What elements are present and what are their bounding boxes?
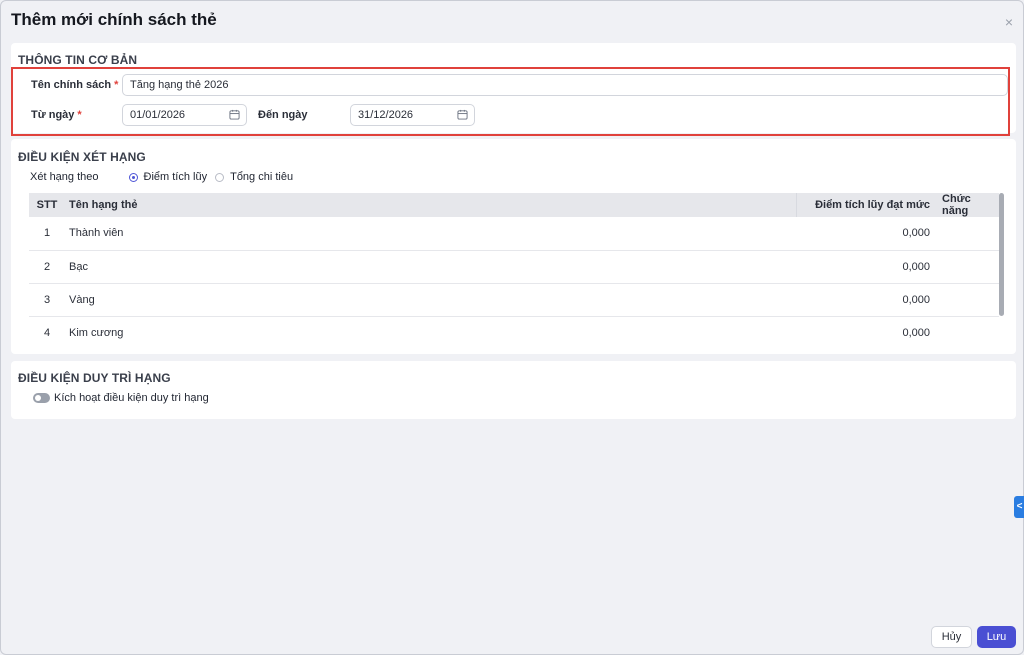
to-date-value: 31/12/2026 [358,109,414,121]
maintain-toggle-label[interactable]: Kích hoạt điều kiện duy trì hạng [54,392,209,404]
row-rank-name: Kim cương [69,326,124,339]
row-actions [936,316,999,349]
col-stt: STT [29,193,65,217]
from-date-value: 01/01/2026 [130,109,186,121]
from-date-label: Từ ngày * [31,109,82,121]
table-scrollbar[interactable] [999,193,1004,316]
radio-spending-label[interactable]: Tổng chi tiêu [230,171,293,183]
calendar-icon[interactable] [229,109,240,120]
col-rank-name: Tên hạng thẻ [65,193,796,217]
to-date-label: Đến ngày [258,109,308,121]
row-points[interactable]: 0,000 [796,217,936,251]
table-row: 3 Vàng 0,000 [29,283,999,317]
to-date-input[interactable]: 31/12/2026 [350,104,475,126]
chevron-left-icon: < [1016,501,1023,512]
maintain-card: ĐIỀU KIỆN DUY TRÌ HẠNG [11,361,1016,419]
row-stt: 3 [29,283,65,317]
dialog: Thêm mới chính sách thẻ × THÔNG TIN CƠ B… [0,0,1024,655]
policy-name-input[interactable]: Tăng hạng thẻ 2026 [122,74,1008,96]
required-mark: * [77,109,82,121]
from-date-label-text: Từ ngày [31,109,75,121]
save-button[interactable]: Lưu [977,626,1016,648]
rank-by-label: Xét hạng theo [30,171,99,183]
row-points[interactable]: 0,000 [796,316,936,349]
policy-name-label-text: Tên chính sách [31,79,112,91]
side-panel-tab[interactable]: < [1014,496,1024,518]
rank-table: STT Tên hạng thẻ Điểm tích lũy đạt mức C… [29,193,999,349]
row-points[interactable]: 0,000 [796,250,936,284]
from-date-input[interactable]: 01/01/2026 [122,104,247,126]
close-icon[interactable]: × [1005,14,1013,30]
row-rank-name: Thành viên [65,217,796,251]
required-mark: * [114,79,119,91]
row-actions [936,250,999,284]
ranking-title: ĐIỀU KIỆN XÉT HẠNG [18,150,146,164]
rank-by-row: Xét hạng theo Điểm tích lũy Tổng chi tiê… [30,171,293,183]
table-row: 4 Kim cương 0,000 [29,316,999,349]
dialog-title: Thêm mới chính sách thẻ [11,10,217,29]
table-header: STT Tên hạng thẻ Điểm tích lũy đạt mức C… [29,193,999,217]
row-actions [936,283,999,317]
row-actions [936,217,999,251]
table-row: 1 Thành viên 0,000 [29,217,999,251]
col-actions: Chức năng [936,193,999,217]
maintain-title: ĐIỀU KIỆN DUY TRÌ HẠNG [18,371,171,385]
row-stt: 2 [29,250,65,284]
cancel-button[interactable]: Hủy [931,626,972,648]
row-rank-name: Vàng [65,283,796,317]
radio-points[interactable] [128,172,138,182]
basic-info-title: THÔNG TIN CƠ BẢN [18,53,138,67]
row-rank-name: Bạc [65,250,796,284]
policy-name-value: Tăng hạng thẻ 2026 [130,79,229,91]
policy-name-label: Tên chính sách * [31,79,118,91]
col-points: Điểm tích lũy đạt mức [795,193,936,217]
maintain-toggle[interactable] [33,393,50,403]
radio-spending[interactable] [215,172,225,182]
radio-points-label[interactable]: Điểm tích lũy [144,171,208,183]
table-row: 2 Bạc 0,000 [29,250,999,284]
row-stt: 1 [29,217,65,251]
row-stt: 4 [43,326,51,339]
calendar-icon[interactable] [457,109,468,120]
row-points[interactable]: 0,000 [796,283,936,317]
